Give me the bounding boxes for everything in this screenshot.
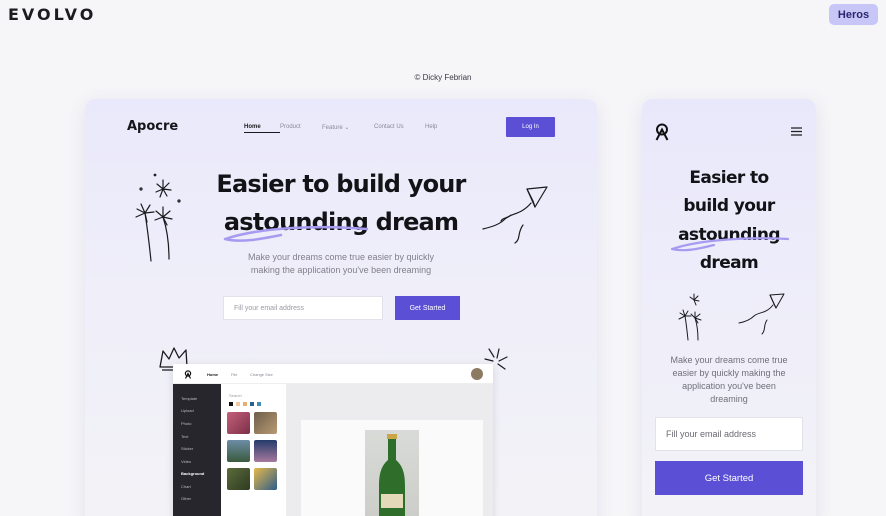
underline-swoosh: [670, 237, 790, 252]
sidebar-item-background[interactable]: Background: [181, 471, 204, 476]
main-nav: Home Product Feature ⌄ Contact Us Help: [244, 124, 437, 133]
thumbnail[interactable]: [254, 468, 277, 490]
apocre-logo-icon: [184, 370, 192, 379]
sidebar-item-other[interactable]: Other: [181, 496, 191, 501]
underline-swoosh: [223, 225, 369, 242]
credit-text: © Dicky Febrian: [414, 73, 472, 82]
sidebar-item-sticker[interactable]: Sticker: [181, 446, 193, 451]
mobile-subtitle-line4: dreaming: [710, 394, 748, 404]
thumbnail[interactable]: [254, 440, 277, 462]
bottle-photo: [365, 430, 419, 516]
heros-button[interactable]: Heros: [829, 4, 878, 25]
nav-home[interactable]: Home: [244, 124, 280, 133]
apocre-logo[interactable]: Apocre: [127, 119, 178, 134]
mobile-headline-line2: build your: [683, 196, 775, 216]
fireworks-icon: [678, 293, 702, 341]
app-menubar: Home File Change Size: [173, 364, 493, 384]
thumbnail[interactable]: [227, 440, 250, 462]
asset-panel: Search: [221, 384, 287, 516]
canvas-page: [301, 420, 483, 516]
editor-canvas[interactable]: [287, 384, 493, 516]
sidebar-item-photo[interactable]: Photo: [181, 421, 191, 426]
app-menu-file[interactable]: File: [231, 372, 237, 377]
sidebar-item-video[interactable]: Video: [181, 459, 191, 464]
login-button[interactable]: Log In: [506, 117, 555, 137]
nav-feature-label: Feature: [322, 125, 343, 131]
mobile-headline-line1: Easier to: [689, 168, 769, 188]
get-started-button[interactable]: Get Started: [395, 296, 460, 320]
desktop-preview: Apocre Home Product Feature ⌄ Contact Us…: [85, 99, 597, 516]
app-menu-change-size[interactable]: Change Size: [250, 372, 273, 377]
nav-contact[interactable]: Contact Us: [374, 124, 425, 133]
hero-subtitle-line2: making the application you've been dream…: [250, 265, 432, 275]
email-input[interactable]: Fill your email address: [223, 296, 383, 320]
mobile-email-input[interactable]: Fill your email address: [655, 417, 803, 451]
hamburger-menu-icon[interactable]: [791, 127, 802, 136]
app-sidebar: Template Upload Photo Text Sticker Video…: [173, 384, 221, 516]
swatch-row: [229, 402, 261, 406]
apocre-logo-icon[interactable]: [654, 123, 670, 141]
mobile-subtitle-line2: easier by quickly making the: [672, 368, 786, 378]
evolvo-logo: EVOLVO: [8, 5, 96, 24]
mobile-get-started-button[interactable]: Get Started: [655, 461, 803, 495]
sidebar-item-upload[interactable]: Upload: [181, 408, 194, 413]
thumbnail[interactable]: [227, 412, 250, 434]
brand-text: EVOLVO: [8, 5, 97, 24]
hero-headline-line1: Easier to build your: [216, 170, 466, 198]
mobile-headline-line4: dream: [699, 253, 759, 273]
app-mockup: Home File Change Size Template Upload Ph…: [173, 364, 493, 516]
avatar[interactable]: [471, 368, 483, 380]
nav-product[interactable]: Product: [280, 124, 322, 133]
sidebar-item-text[interactable]: Text: [181, 434, 188, 439]
thumbnail[interactable]: [227, 468, 250, 490]
chevron-down-icon: ⌄: [344, 125, 350, 131]
nav-help[interactable]: Help: [425, 124, 437, 133]
hero-subtitle-line1: Make your dreams come true easier by qui…: [247, 252, 435, 262]
panel-search[interactable]: Search: [229, 393, 242, 398]
thumbnail[interactable]: [254, 412, 277, 434]
app-menu-home[interactable]: Home: [207, 372, 218, 377]
sidebar-item-template[interactable]: Template: [181, 396, 197, 401]
nav-feature[interactable]: Feature ⌄: [322, 124, 374, 133]
mobile-preview: Easier to build your astounding dream Ma…: [642, 99, 816, 516]
paper-plane-icon: [738, 293, 785, 335]
mobile-subtitle-line1: Make your dreams come true: [670, 355, 788, 365]
mobile-subtitle-line3: application you've been: [682, 381, 776, 391]
sidebar-item-chart[interactable]: Chart: [181, 484, 191, 489]
top-bar: EVOLVO Heros: [0, 0, 886, 30]
